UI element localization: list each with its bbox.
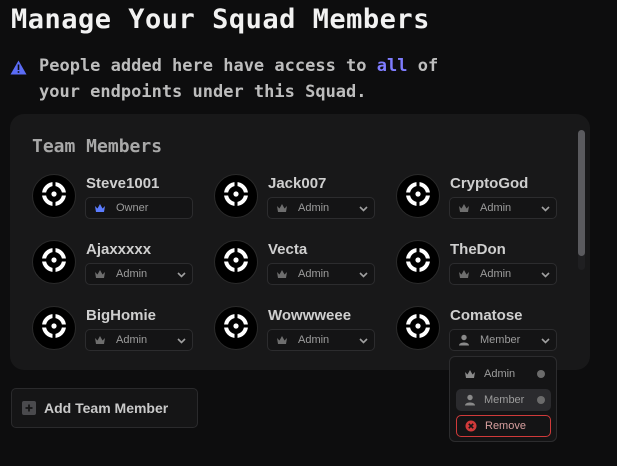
crown-icon	[94, 334, 108, 346]
panel-title: Team Members	[32, 136, 163, 157]
chevron-down-icon	[541, 203, 550, 215]
scrollbar-thumb[interactable]	[578, 130, 585, 256]
avatar	[214, 240, 258, 284]
role-label: Admin	[480, 202, 512, 214]
role-dropdown-menu: Admin Member Remove	[449, 356, 557, 442]
team-member-card: Vecta Admin	[214, 240, 384, 290]
member-name: Wowwweee	[268, 307, 352, 324]
crown-icon	[464, 369, 478, 379]
team-member-card: Steve1001 Owner	[32, 174, 202, 224]
access-notice: People added here have access to all of …	[10, 53, 570, 105]
member-name: BigHomie	[86, 307, 157, 324]
notice-highlight: all	[376, 56, 408, 76]
plus-icon	[22, 401, 36, 415]
squad-logo-icon	[222, 312, 250, 345]
squad-logo-icon	[222, 246, 250, 279]
chevron-down-icon	[359, 335, 368, 347]
add-team-member-button[interactable]: Add Team Member	[11, 388, 198, 428]
role-label: Admin	[298, 202, 330, 214]
crown-icon	[458, 202, 472, 214]
squad-logo-icon	[40, 180, 68, 213]
crown-icon	[276, 334, 290, 346]
role-option-member[interactable]: Member	[456, 389, 551, 411]
member-name: CryptoGod	[450, 175, 529, 192]
member-name: TheDon	[450, 241, 506, 258]
user-icon	[464, 394, 478, 406]
avatar	[396, 306, 440, 350]
status-dot	[537, 370, 545, 378]
remove-member-option[interactable]: Remove	[456, 415, 551, 437]
role-label: Admin	[298, 268, 330, 280]
member-name: Comatose	[450, 307, 523, 324]
chevron-down-icon	[359, 269, 368, 281]
role-select[interactable]: Admin	[267, 329, 375, 351]
notice-text: of	[407, 56, 439, 76]
crown-icon	[458, 268, 472, 280]
squad-logo-icon	[404, 312, 432, 345]
role-label: Admin	[298, 334, 330, 346]
member-name: Vecta	[268, 241, 308, 258]
role-select[interactable]: Member	[449, 329, 557, 351]
team-member-card: BigHomie Admin	[32, 306, 202, 356]
crown-icon	[94, 268, 108, 280]
user-icon	[458, 334, 472, 346]
chevron-down-icon	[541, 269, 550, 281]
avatar	[214, 174, 258, 218]
role-select[interactable]: Admin	[85, 263, 193, 285]
team-member-card: Wowwweee Admin	[214, 306, 384, 356]
chevron-down-icon	[177, 269, 186, 281]
crown-icon	[94, 202, 108, 214]
member-name: Jack007	[268, 175, 327, 192]
role-option-label: Admin	[484, 368, 516, 380]
squad-logo-icon	[404, 246, 432, 279]
page-title: Manage Your Squad Members	[11, 4, 430, 35]
notice-line-1: People added here have access to all of	[10, 53, 570, 79]
role-option-admin[interactable]: Admin	[456, 363, 551, 385]
status-dot	[537, 396, 545, 404]
team-member-card: Comatose Member	[396, 306, 566, 356]
chevron-down-icon	[359, 203, 368, 215]
chevron-down-icon	[177, 335, 186, 347]
crown-icon	[276, 202, 290, 214]
squad-logo-icon	[222, 180, 250, 213]
remove-icon	[465, 420, 479, 432]
crown-icon	[276, 268, 290, 280]
role-select[interactable]: Admin	[267, 197, 375, 219]
role-select[interactable]: Admin	[449, 263, 557, 285]
team-members-panel: Team Members Steve1001 Owner Jack007 Admin C…	[10, 114, 590, 370]
squad-logo-icon	[40, 246, 68, 279]
role-badge-owner: Owner	[85, 197, 193, 219]
avatar	[32, 240, 76, 284]
role-option-label: Remove	[485, 420, 526, 432]
role-label: Admin	[480, 268, 512, 280]
avatar	[32, 306, 76, 350]
role-select[interactable]: Admin	[85, 329, 193, 351]
role-option-label: Member	[484, 394, 525, 406]
avatar	[396, 174, 440, 218]
scrollbar[interactable]	[578, 130, 585, 270]
role-label: Owner	[116, 202, 149, 214]
role-label: Admin	[116, 268, 148, 280]
notice-text: People added here have access to	[39, 56, 377, 76]
squad-logo-icon	[40, 312, 68, 345]
member-name: Ajaxxxxx	[86, 241, 152, 258]
warning-icon	[10, 57, 27, 83]
role-select[interactable]: Admin	[449, 197, 557, 219]
role-select[interactable]: Admin	[267, 263, 375, 285]
avatar	[214, 306, 258, 350]
add-button-label: Add Team Member	[44, 400, 169, 416]
squad-logo-icon	[404, 180, 432, 213]
chevron-down-icon	[541, 335, 550, 347]
team-member-card: CryptoGod Admin	[396, 174, 566, 224]
avatar	[396, 240, 440, 284]
avatar	[32, 174, 76, 218]
team-member-card: TheDon Admin	[396, 240, 566, 290]
role-label: Member	[480, 334, 521, 346]
team-member-card: Jack007 Admin	[214, 174, 384, 224]
member-name: Steve1001	[86, 175, 160, 192]
role-label: Admin	[116, 334, 148, 346]
team-member-card: Ajaxxxxx Admin	[32, 240, 202, 290]
notice-line-2: your endpoints under this Squad.	[39, 82, 367, 102]
